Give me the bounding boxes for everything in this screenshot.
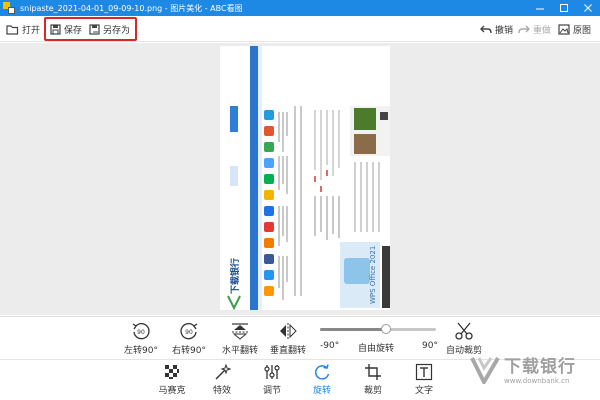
- auto-crop-button[interactable]: 自动裁剪: [446, 321, 482, 356]
- free-rotate-min-label: -90°: [320, 341, 340, 351]
- redo-icon: [518, 25, 530, 33]
- watermark-url: www.downbank.cn: [504, 377, 570, 385]
- magic-wand-icon: [215, 363, 231, 380]
- tab-adjust[interactable]: 调节: [252, 363, 292, 396]
- window-controls: [528, 0, 600, 16]
- tab-crop-label: 裁剪: [363, 386, 382, 396]
- rotate-left-label: 左转90°: [124, 346, 158, 356]
- tab-mosaic-label: 马赛克: [158, 386, 186, 396]
- rotate-right-icon: 90: [180, 323, 198, 340]
- window-title: snipaste_2021-04-01_09-09-10.png - 图片美化 …: [20, 3, 243, 13]
- original-image-button[interactable]: 原图: [558, 20, 591, 38]
- tab-effects-label: 特效: [212, 386, 231, 396]
- image-icon: [558, 23, 570, 35]
- flip-horizontal-icon: [232, 323, 248, 340]
- app-logo-icon: [3, 2, 15, 14]
- watermark: 下载银行 www.downbank.cn: [470, 352, 576, 385]
- free-rotate-label: 自由旋转: [358, 344, 395, 354]
- tab-rotate-label: 旋转: [312, 386, 331, 396]
- tab-text[interactable]: 文字: [404, 363, 444, 396]
- flip-horizontal-button[interactable]: 水平翻转: [222, 321, 258, 356]
- text-icon: [415, 363, 433, 381]
- tab-rotate[interactable]: 旋转: [302, 363, 342, 396]
- edited-image: 下载银行 WPS Office 2021: [220, 46, 390, 310]
- tab-crop[interactable]: 裁剪: [353, 363, 393, 396]
- scissors-icon: [455, 322, 473, 340]
- rotate-left-badge: 90: [137, 329, 145, 336]
- flip-vertical-button[interactable]: 垂直翻转: [270, 321, 306, 356]
- folder-open-icon: [6, 24, 19, 35]
- maximize-icon: [560, 4, 568, 12]
- crop-icon: [365, 364, 381, 380]
- image-canvas[interactable]: 下载银行 WPS Office 2021: [0, 43, 600, 315]
- open-label: 打开: [22, 25, 41, 36]
- redo-button[interactable]: 重做: [518, 20, 551, 38]
- undo-label: 撤销: [495, 25, 514, 36]
- original-image-label: 原图: [573, 25, 592, 36]
- rotate-left-icon: 90: [132, 323, 150, 340]
- free-rotate-slider[interactable]: [320, 324, 436, 334]
- flip-vertical-icon: [280, 323, 297, 339]
- flip-vertical-label: 垂直翻转: [270, 346, 307, 356]
- rotate-right-button[interactable]: 90 右转90°: [172, 321, 206, 356]
- tab-mosaic[interactable]: 马赛克: [152, 363, 192, 396]
- free-rotate-slider-thumb[interactable]: [380, 324, 391, 334]
- undo-icon: [480, 25, 492, 33]
- free-rotate-slider-fill: [320, 328, 386, 331]
- maximize-button[interactable]: [552, 0, 576, 16]
- free-rotate-max-label: 90°: [422, 341, 438, 351]
- watermark-logo-icon: [470, 356, 500, 384]
- rotate-right-badge: 90: [185, 329, 193, 336]
- close-button[interactable]: [576, 0, 600, 16]
- close-icon: [584, 4, 592, 12]
- tab-effects[interactable]: 特效: [202, 363, 242, 396]
- title-bar: snipaste_2021-04-01_09-09-10.png - 图片美化 …: [0, 0, 600, 16]
- minimize-icon: [536, 8, 544, 10]
- tab-adjust-label: 调节: [262, 386, 281, 396]
- redo-label: 重做: [533, 25, 552, 36]
- flip-horizontal-label: 水平翻转: [222, 346, 259, 356]
- tab-text-label: 文字: [414, 386, 433, 396]
- open-button[interactable]: 打开: [6, 20, 40, 38]
- rotate-right-label: 右转90°: [172, 346, 206, 356]
- watermark-name: 下载银行: [504, 357, 576, 377]
- rotate-icon: [314, 364, 330, 380]
- sliders-icon: [264, 365, 280, 379]
- photo-banner-text: WPS Office 2021: [369, 246, 377, 304]
- rotate-left-button[interactable]: 90 左转90°: [124, 321, 158, 356]
- minimize-button[interactable]: [528, 0, 552, 16]
- photo-app-icons: [264, 110, 274, 296]
- mosaic-icon: [165, 365, 179, 379]
- undo-button[interactable]: 撤销: [480, 20, 513, 38]
- highlight-box: [44, 17, 137, 41]
- photo-brand-text: 下载银行: [229, 258, 241, 294]
